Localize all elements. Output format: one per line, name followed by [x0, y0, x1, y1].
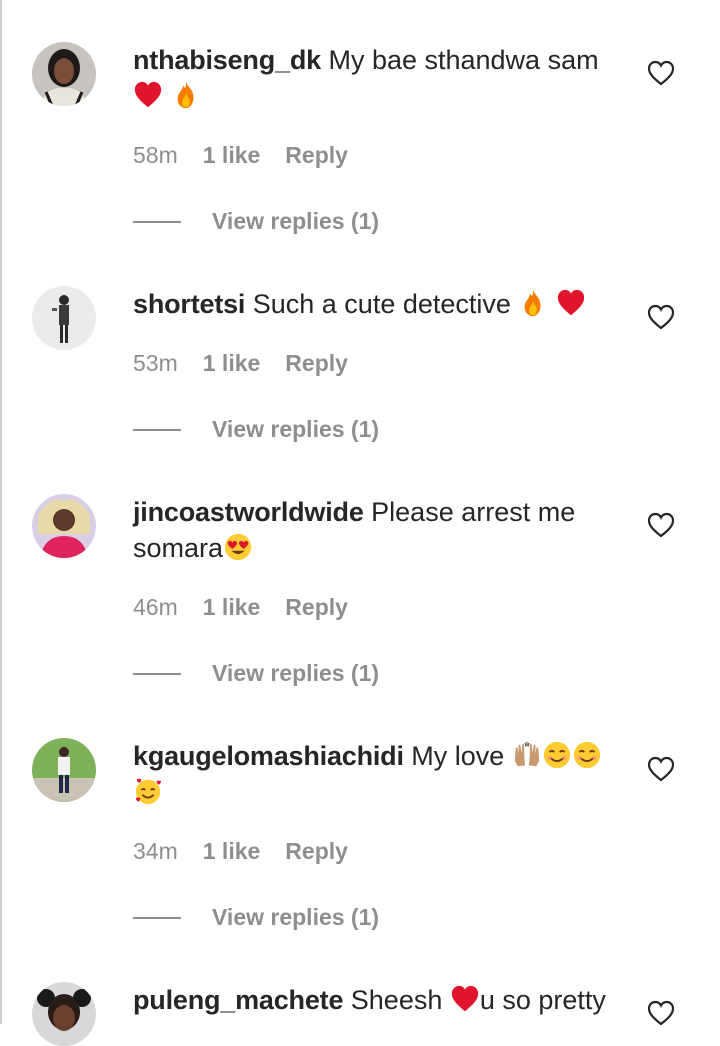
comment-time: 58m — [133, 142, 178, 168]
comment-time: 53m — [133, 350, 178, 376]
left-edge-divider — [0, 0, 2, 1024]
replies-line — [133, 916, 181, 919]
red-heart-emoji — [134, 81, 162, 108]
avatar[interactable] — [32, 42, 96, 106]
comment-body: My bae sthandwa sam — [328, 45, 599, 75]
comment-likes[interactable]: 1 like — [203, 838, 261, 865]
comment-text: nthabiseng_dk My bae sthandwa sam — [133, 42, 633, 114]
like-heart-icon[interactable] — [647, 304, 675, 330]
replies-line — [133, 672, 181, 675]
raising-hands-emoji — [514, 741, 540, 767]
comment-time: 46m — [133, 594, 178, 620]
comment-time: 34m — [133, 838, 178, 864]
replies-line — [133, 220, 181, 223]
comment-text: shortetsi Such a cute detective — [133, 286, 633, 322]
red-heart-emoji — [557, 289, 585, 316]
comment-body: Sheesh — [350, 985, 443, 1015]
comment-username[interactable]: kgaugelomashiachidi — [133, 741, 404, 771]
comment-body: My love — [411, 741, 505, 771]
comment-likes[interactable]: 1 like — [203, 594, 261, 621]
comment-meta: 53m 1 like Reply — [133, 350, 348, 377]
comment-meta: 58m 1 like Reply — [133, 142, 348, 169]
view-replies-button[interactable]: View replies (1) — [133, 208, 379, 235]
like-heart-icon[interactable] — [647, 512, 675, 538]
view-replies-label: View replies (1) — [212, 904, 380, 930]
comment-username[interactable]: shortetsi — [133, 289, 245, 319]
reply-button[interactable]: Reply — [285, 350, 348, 377]
comment-text: jincoastworldwide Please arrest me somar… — [133, 494, 633, 566]
reply-button[interactable]: Reply — [285, 594, 348, 621]
avatar[interactable] — [32, 494, 96, 558]
reply-button[interactable]: Reply — [285, 838, 348, 865]
smiling-face-emoji — [543, 741, 570, 769]
comment-body-continued: u so pretty — [479, 985, 606, 1015]
view-replies-label: View replies (1) — [212, 660, 380, 686]
fire-emoji — [525, 289, 541, 317]
comment-username[interactable]: puleng_machete — [133, 985, 343, 1015]
smiling-face-with-hearts-emoji — [135, 778, 161, 805]
avatar[interactable] — [32, 286, 96, 350]
comment-username[interactable]: jincoastworldwide — [133, 497, 364, 527]
like-heart-icon[interactable] — [647, 60, 675, 86]
view-replies-label: View replies (1) — [212, 416, 380, 442]
view-replies-button[interactable]: View replies (1) — [133, 416, 379, 443]
comment-body: Such a cute detective — [252, 289, 511, 319]
view-replies-button[interactable]: View replies (1) — [133, 904, 379, 931]
comment-meta: 46m 1 like Reply — [133, 594, 348, 621]
comment-text: puleng_machete Sheesh u so pretty — [133, 982, 633, 1018]
comment-username[interactable]: nthabiseng_dk — [133, 45, 321, 75]
comment-meta: 34m 1 like Reply — [133, 838, 348, 865]
view-replies-label: View replies (1) — [212, 208, 380, 234]
like-heart-icon[interactable] — [647, 1000, 675, 1026]
avatar[interactable] — [32, 982, 96, 1046]
reply-button[interactable]: Reply — [285, 142, 348, 169]
comment-likes[interactable]: 1 like — [203, 142, 261, 169]
fire-emoji — [177, 81, 194, 109]
smiling-face-emoji — [573, 741, 600, 769]
avatar[interactable] — [32, 738, 96, 802]
comment-text: kgaugelomashiachidi My love — [133, 738, 633, 810]
replies-line — [133, 428, 181, 431]
red-heart-emoji — [451, 985, 478, 1012]
view-replies-button[interactable]: View replies (1) — [133, 660, 379, 687]
like-heart-icon[interactable] — [647, 756, 675, 782]
comment-likes[interactable]: 1 like — [203, 350, 261, 377]
heart-eyes-face-emoji — [224, 533, 252, 561]
